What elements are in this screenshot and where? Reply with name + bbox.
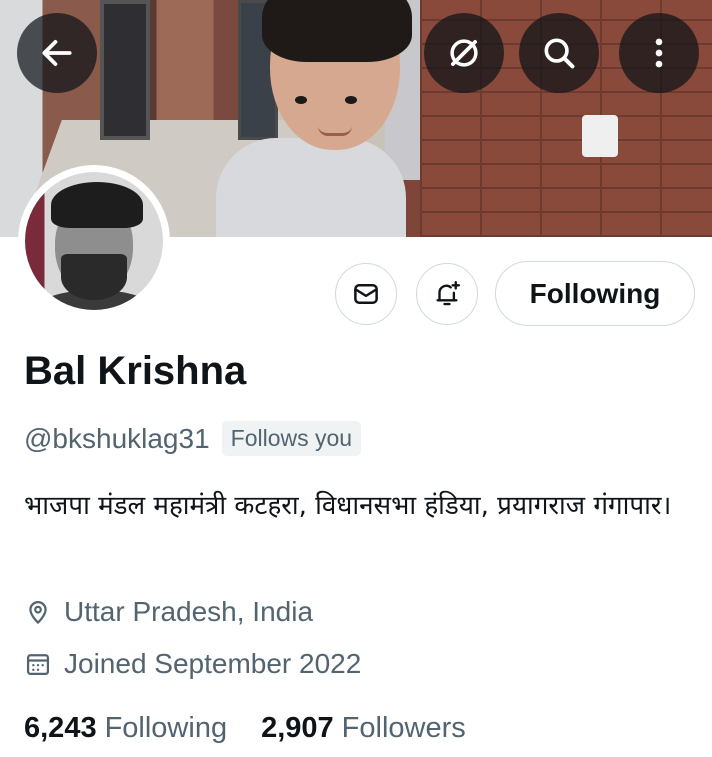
joined-row: Joined September 2022 [24, 648, 361, 680]
arrow-left-icon [42, 40, 72, 66]
followers-count: 2,907 [261, 712, 334, 744]
location-row: Uttar Pradesh, India [24, 596, 313, 628]
banner-child-eye [345, 96, 357, 104]
following-stat[interactable]: 6,243 Following [24, 712, 261, 745]
back-button[interactable] [17, 13, 97, 93]
avatar-hair [51, 182, 143, 228]
calendar-icon [26, 654, 50, 676]
profile-joined-date: Joined September 2022 [64, 648, 362, 679]
following-button[interactable]: Following [495, 261, 695, 326]
slash-circle-icon [450, 39, 478, 67]
notifications-button[interactable] [416, 263, 478, 325]
more-vertical-icon [655, 38, 663, 68]
follow-stats: 6,243 Following 2,907 Followers [24, 712, 500, 745]
profile-avatar[interactable] [18, 165, 170, 317]
search-icon [544, 38, 575, 69]
follows-you-badge: Follows you [221, 421, 362, 456]
more-options-button[interactable] [619, 13, 699, 93]
search-button[interactable] [519, 13, 599, 93]
banner-child-mouth [318, 126, 352, 136]
mail-icon [354, 284, 378, 304]
banner-door [100, 0, 150, 140]
banner-outlet [582, 115, 618, 157]
followers-label: Followers [341, 712, 466, 744]
avatar-beard [61, 254, 127, 300]
following-label: Following [104, 712, 228, 744]
bell-plus-icon [436, 280, 461, 306]
banner-child-hair [262, 0, 412, 62]
location-pin-icon [29, 601, 47, 625]
handle-row: @bkshuklag31 Follows you [24, 421, 362, 456]
profile-location: Uttar Pradesh, India [64, 596, 314, 627]
grok-button[interactable] [424, 13, 504, 93]
banner-child-eye [295, 96, 307, 104]
avatar-image [25, 172, 163, 310]
message-button[interactable] [335, 263, 397, 325]
profile-bio: भाजपा मंडल महामंत्री कटहरा, विधानसभा हंड… [24, 491, 672, 521]
followers-stat[interactable]: 2,907 Followers [261, 712, 500, 745]
profile-handle: @bkshuklag31 [24, 422, 210, 454]
profile-name: Bal Krishna [24, 349, 247, 393]
banner-child-shirt [216, 138, 406, 237]
following-count: 6,243 [24, 712, 97, 744]
